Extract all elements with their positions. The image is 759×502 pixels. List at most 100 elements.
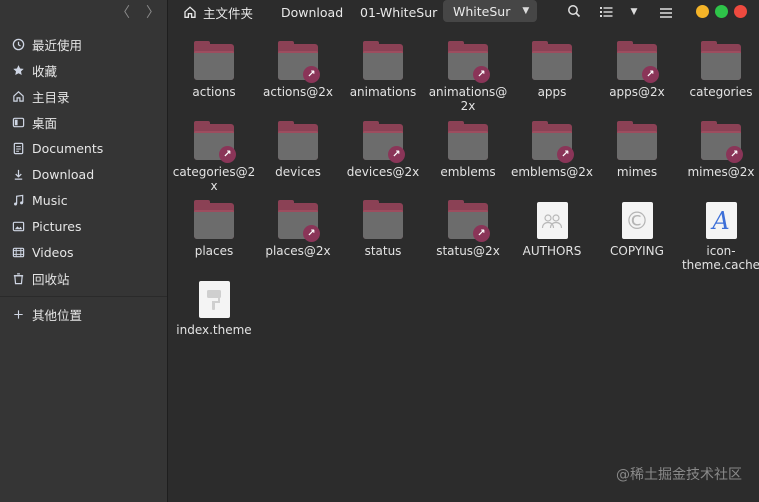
sidebar-item-home[interactable]: 主目录: [0, 83, 167, 109]
theme-file-icon: [172, 274, 256, 318]
file-item[interactable]: places: [172, 195, 256, 258]
forward-button[interactable]: 〉: [146, 2, 160, 22]
file-item[interactable]: ↗ status@2x: [426, 195, 510, 258]
file-item[interactable]: Aicon-theme.cache: [679, 195, 759, 272]
folder-icon: [256, 116, 340, 160]
file-item[interactable]: emblems: [426, 116, 510, 179]
link-arrow-icon: ↗: [557, 146, 574, 163]
file-item[interactable]: status: [341, 195, 425, 258]
file-name: AUTHORS: [522, 244, 582, 258]
sidebar-item-label: Videos: [32, 244, 74, 260]
file-name: mimes@2x: [687, 165, 755, 179]
link-arrow-icon: ↗: [388, 146, 405, 163]
folder-icon: [341, 36, 425, 80]
copyright-file-icon: ©: [595, 195, 679, 239]
sidebar-item-label: 桌面: [32, 115, 58, 131]
file-name: emblems@2x: [510, 165, 594, 179]
trash-icon: [11, 271, 25, 285]
maximize-button[interactable]: [715, 5, 728, 18]
file-name: mimes: [616, 165, 658, 179]
breadcrumb-home[interactable]: 主文件夹: [183, 1, 253, 23]
file-item[interactable]: devices: [256, 116, 340, 179]
sidebar: 〈 〉 最近使用 收藏 主目录 桌面 Documents Download Mu…: [0, 0, 168, 502]
file-item[interactable]: ↗ actions@2x: [256, 36, 340, 99]
file-item[interactable]: index.theme: [172, 274, 256, 337]
folder-icon: [679, 36, 759, 80]
sidebar-places: 最近使用 收藏 主目录 桌面 Documents Download Music …: [0, 31, 167, 327]
file-name: actions: [192, 85, 236, 99]
file-item[interactable]: AUTHORS: [510, 195, 594, 258]
clock-icon: [11, 37, 25, 51]
sidebar-item-label: 最近使用: [32, 37, 83, 53]
sidebar-item-starred[interactable]: 收藏: [0, 57, 167, 83]
file-name: apps@2x: [609, 85, 665, 99]
file-name: apps: [537, 85, 567, 99]
breadcrumb-current[interactable]: WhiteSur ▼: [443, 0, 538, 22]
link-arrow-icon: ↗: [726, 146, 743, 163]
folder-link-icon: ↗: [256, 195, 340, 242]
breadcrumb-parent[interactable]: 01-WhiteSur: [360, 1, 437, 23]
sidebar-item-trash[interactable]: 回收站: [0, 265, 167, 291]
file-item[interactable]: mimes: [595, 116, 679, 179]
file-item[interactable]: animations: [341, 36, 425, 99]
list-view-button[interactable]: [598, 3, 614, 21]
sidebar-item-label: 其他位置: [32, 307, 83, 323]
folder-link-icon: ↗: [172, 116, 256, 163]
star-icon: [11, 63, 25, 77]
chevron-down-icon: ▼: [522, 6, 530, 16]
link-arrow-icon: ↗: [219, 146, 236, 163]
file-name: places@2x: [265, 244, 331, 258]
sidebar-item-download[interactable]: Download: [0, 161, 167, 187]
sidebar-item-label: 回收站: [32, 271, 70, 287]
link-arrow-icon: ↗: [473, 225, 490, 242]
video-icon: [11, 245, 25, 259]
link-arrow-icon: ↗: [642, 66, 659, 83]
sidebar-item-pictures[interactable]: Pictures: [0, 213, 167, 239]
minimize-button[interactable]: [696, 5, 709, 18]
file-item[interactable]: ↗ emblems@2x: [510, 116, 594, 179]
search-button[interactable]: [565, 3, 583, 21]
header-bar: 主文件夹 Download 01-WhiteSur WhiteSur ▼ ▼: [168, 0, 759, 24]
file-name: actions@2x: [263, 85, 333, 99]
sidebar-item-videos[interactable]: Videos: [0, 239, 167, 265]
folder-icon: [172, 195, 256, 239]
file-item[interactable]: ↗ categories@2x: [172, 116, 256, 193]
sidebar-item-label: 主目录: [32, 89, 70, 105]
desktop-icon: [11, 115, 25, 129]
file-name: animations: [349, 85, 417, 99]
file-item[interactable]: ↗ places@2x: [256, 195, 340, 258]
breadcrumb-download[interactable]: Download: [281, 1, 343, 23]
sidebar-item-recent[interactable]: 最近使用: [0, 31, 167, 57]
file-name: index.theme: [176, 323, 252, 337]
folder-icon: [426, 116, 510, 160]
document-icon: [11, 141, 25, 155]
file-name: devices: [275, 165, 321, 179]
file-item[interactable]: ↗ mimes@2x: [679, 116, 759, 179]
font-glyph: A: [712, 206, 730, 235]
file-item[interactable]: ↗ apps@2x: [595, 36, 679, 99]
main-menu-button[interactable]: [658, 3, 674, 21]
watermark: @稀土掘金技术社区: [616, 467, 742, 483]
picture-icon: [11, 219, 25, 233]
folder-icon: [341, 195, 425, 239]
file-item[interactable]: apps: [510, 36, 594, 99]
sidebar-item-documents[interactable]: Documents: [0, 135, 167, 161]
hamburger-menu-icon: [660, 3, 672, 22]
file-item[interactable]: ↗ devices@2x: [341, 116, 425, 179]
file-item[interactable]: categories: [679, 36, 759, 99]
sidebar-item-desktop[interactable]: 桌面: [0, 109, 167, 135]
file-name: animations@2x: [428, 85, 508, 113]
file-item[interactable]: actions: [172, 36, 256, 99]
file-item[interactable]: ↗ animations@2x: [426, 36, 510, 113]
view-options-button[interactable]: ▼: [627, 3, 641, 21]
sidebar-item-other-locations[interactable]: 其他位置: [0, 301, 167, 327]
back-button[interactable]: 〈: [116, 2, 130, 22]
file-item[interactable]: © COPYING: [595, 195, 679, 258]
nav-arrows: 〈 〉: [0, 0, 167, 24]
folder-link-icon: ↗: [510, 116, 594, 163]
sidebar-item-music[interactable]: Music: [0, 187, 167, 213]
file-name: devices@2x: [346, 165, 420, 179]
close-button[interactable]: [734, 5, 747, 18]
file-name: status: [364, 244, 402, 258]
file-name: COPYING: [610, 244, 664, 258]
